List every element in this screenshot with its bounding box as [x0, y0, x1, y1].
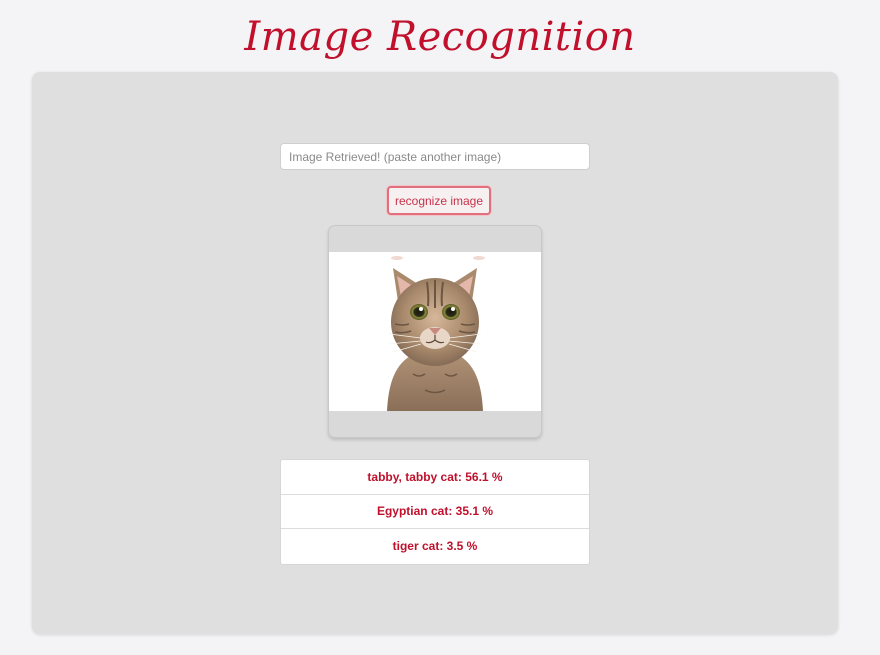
prediction-item: tiger cat: 3.5 % [392, 539, 478, 554]
image-preview [329, 252, 541, 411]
prediction-item: Egyptian cat: 35.1 % [281, 495, 589, 529]
image-url-input[interactable] [280, 143, 590, 170]
cat-image [329, 252, 541, 411]
recognition-panel: recognize image [32, 72, 838, 634]
prediction-list: tabby, tabby cat: 56.1 % Egyptian cat: 3… [280, 459, 590, 565]
page-title: Image Recognition [244, 14, 636, 60]
image-preview-card [328, 225, 542, 438]
recognize-image-button[interactable]: recognize image [387, 186, 491, 215]
prediction-item: tabby, tabby cat: 56.1 % [281, 460, 589, 495]
